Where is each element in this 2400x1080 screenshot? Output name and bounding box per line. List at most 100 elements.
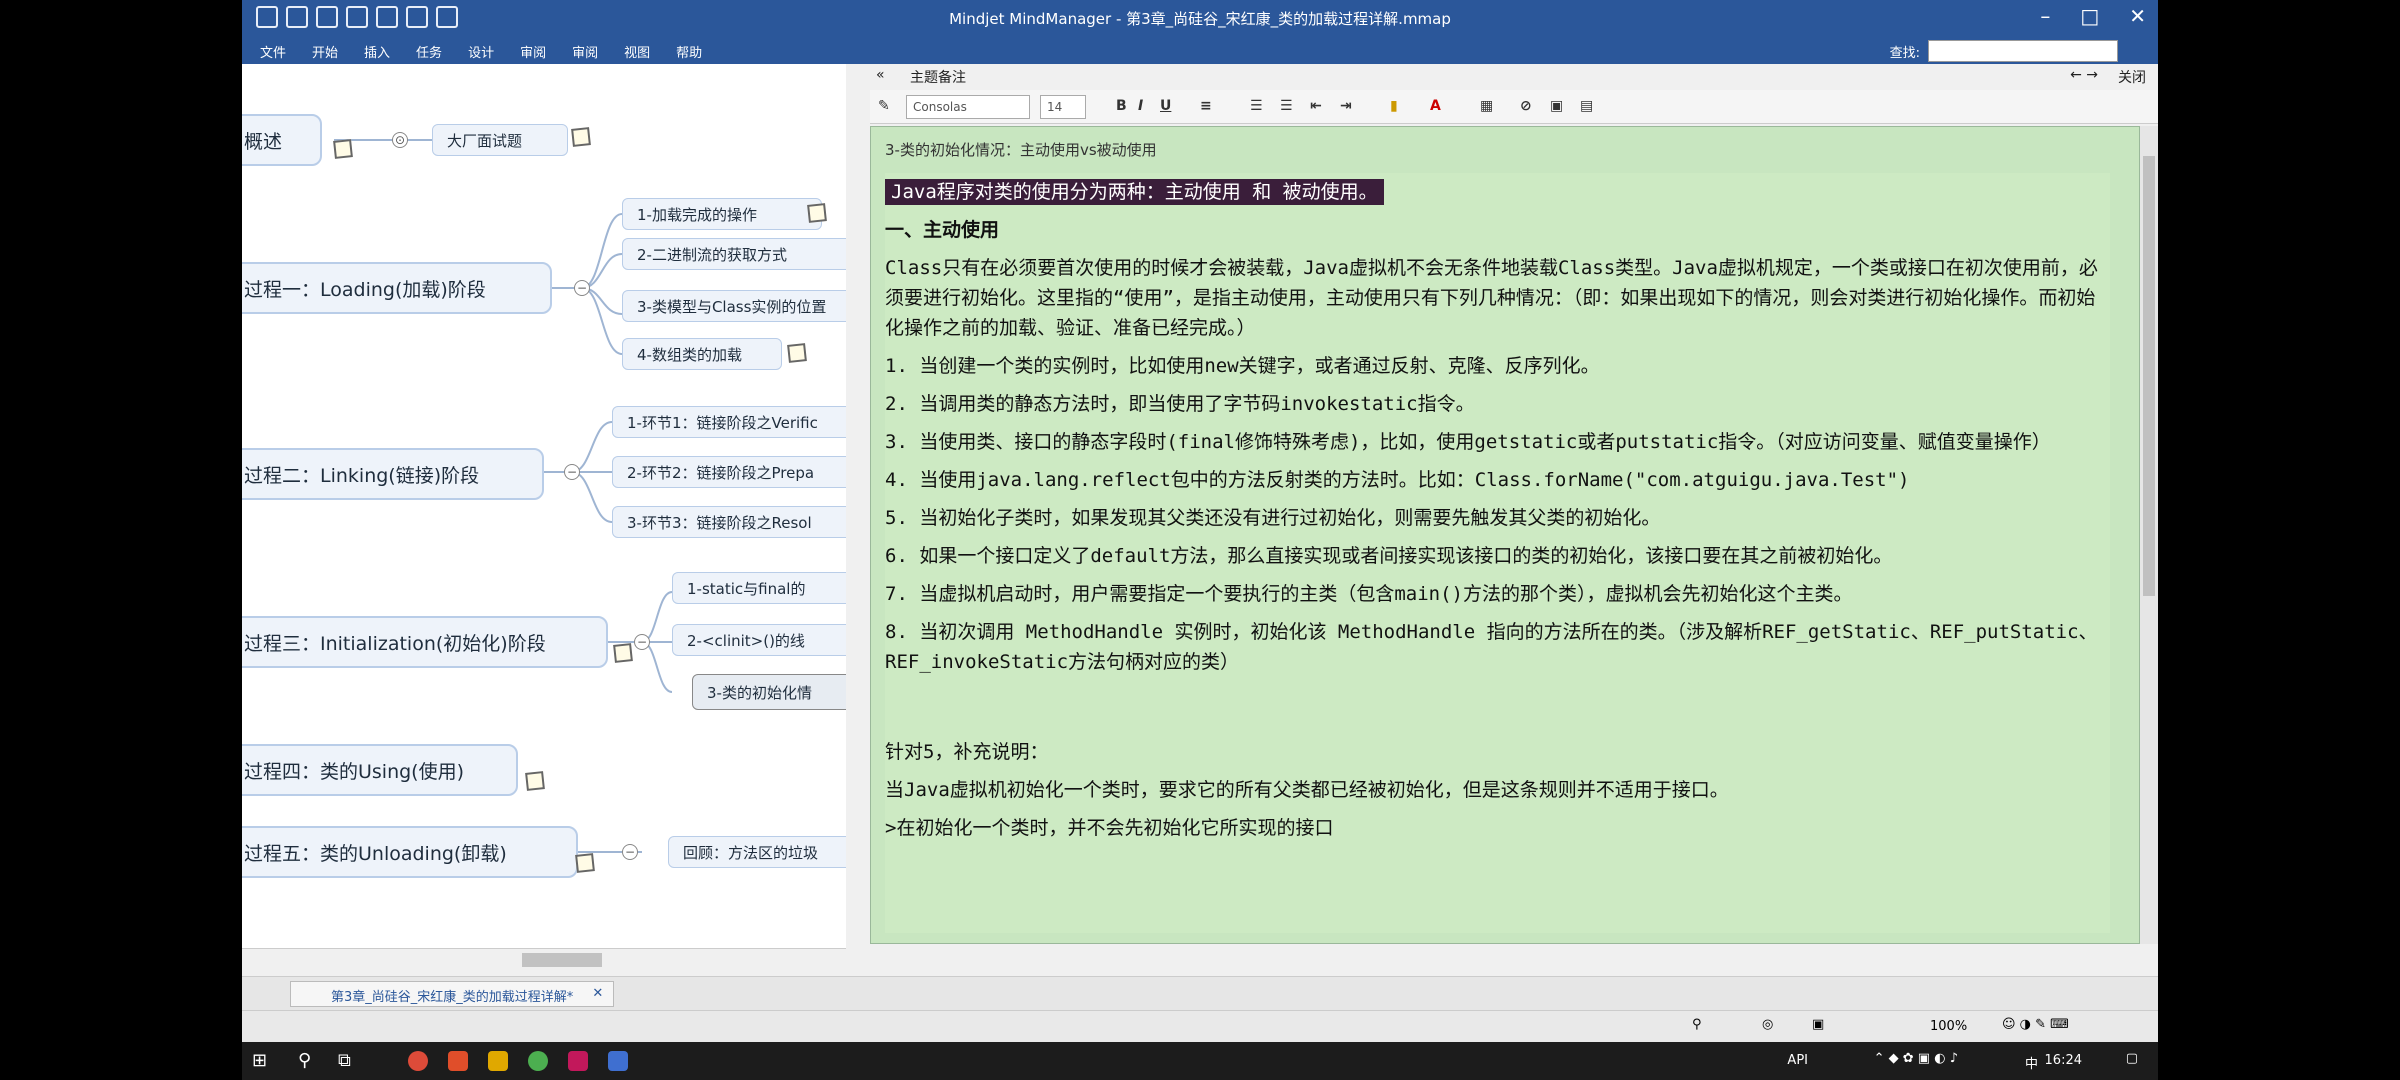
explorer-icon[interactable] bbox=[488, 1051, 508, 1071]
menu-view[interactable]: 视图 bbox=[624, 42, 650, 61]
scroll-thumb[interactable] bbox=[522, 953, 602, 967]
start-icon[interactable]: ⊞ bbox=[252, 1050, 267, 1071]
notification-icon[interactable]: ▢ bbox=[2126, 1051, 2138, 1066]
map-node-linking-2[interactable]: 2-环节2：链接阶段之Prepa bbox=[612, 456, 846, 488]
document-tab-bar: 第3章_尚硅谷_宋红康_类的加载过程详解* ✕ bbox=[242, 976, 2158, 1010]
map-node-initialization[interactable]: 过程三：Initialization(初始化)阶段 bbox=[242, 616, 608, 668]
tray-icons[interactable]: ⌃ ◆ ✿ ▣ ◐ ♪ bbox=[1874, 1051, 1958, 1066]
task-view-icon[interactable]: ⧉ bbox=[338, 1050, 351, 1071]
fit-icon[interactable]: ▣ bbox=[1812, 1017, 1824, 1032]
map-node-linking-1[interactable]: 1-环节1：链接阶段之Verific bbox=[612, 406, 846, 438]
map-node-overview[interactable]: 概述 bbox=[242, 114, 322, 166]
app-icon[interactable] bbox=[448, 1051, 468, 1071]
map-node-linking-3[interactable]: 3-环节3：链接阶段之Resol bbox=[612, 506, 846, 538]
highlight-icon[interactable]: ▮ bbox=[1390, 98, 1398, 114]
map-node-loading-4[interactable]: 4-数组类的加载 bbox=[622, 338, 782, 370]
notes-close-button[interactable]: 关闭 bbox=[2118, 67, 2146, 87]
filter-icon[interactable]: ⚲ bbox=[1692, 1017, 1702, 1032]
tab-close-icon[interactable]: ✕ bbox=[592, 986, 603, 1001]
font-size-select[interactable]: 14 bbox=[1040, 95, 1086, 119]
minimize-icon[interactable]: – bbox=[2040, 4, 2050, 28]
table-icon[interactable]: ▦ bbox=[1480, 98, 1493, 114]
more-icon[interactable]: ▤ bbox=[1580, 98, 1593, 114]
note-list-item: 3. 当使用类、接口的静态字段时(final修饰特殊考虑)，比如，使用getst… bbox=[885, 431, 2051, 453]
note-icon[interactable] bbox=[571, 127, 591, 147]
italic-icon[interactable]: I bbox=[1138, 98, 1143, 114]
menu-review-b[interactable]: 审阅 bbox=[572, 42, 598, 61]
note-body[interactable]: Java程序对类的使用分为两种：主动使用 和 被动使用。 一、主动使用 Clas… bbox=[885, 173, 2110, 933]
input-language[interactable]: 中 bbox=[2025, 1053, 2038, 1072]
bullet-list-icon[interactable]: ☰ bbox=[1250, 98, 1263, 114]
chrome-icon[interactable] bbox=[408, 1051, 428, 1071]
map-node-interview[interactable]: 大厂面试题 bbox=[432, 124, 568, 156]
map-node-unloading-1[interactable]: 回顾：方法区的垃圾 bbox=[668, 836, 846, 868]
note-paragraph: >在初始化一个类时，并不会先初始化它所实现的接口 bbox=[885, 817, 1334, 839]
note-icon[interactable] bbox=[575, 853, 595, 873]
menu-insert[interactable]: 插入 bbox=[364, 42, 390, 61]
note-topic-title: 3-类的初始化情况：主动使用vs被动使用 bbox=[885, 141, 1157, 159]
collapse-icon[interactable]: − bbox=[622, 844, 638, 860]
notes-pane: « 主题备注 ← → 关闭 ✎ Consolas 14 B I U ≡ ☰ ☰ … bbox=[870, 64, 2158, 970]
map-node-init-3-selected[interactable]: 3-类的初始化情 bbox=[692, 674, 846, 710]
collapse-icon[interactable]: − bbox=[574, 280, 590, 296]
note-icon[interactable] bbox=[525, 771, 545, 791]
find-area: 查找: bbox=[1890, 40, 2118, 62]
note-list-item: 7. 当虚拟机启动时，用户需要指定一个要执行的主类（包含main()方法的那个类… bbox=[885, 583, 1853, 605]
nav-arrows-icon[interactable]: ← → bbox=[2070, 67, 2098, 83]
collapse-icon[interactable]: ⊙ bbox=[392, 132, 408, 148]
map-node-linking[interactable]: 过程二：Linking(链接)阶段 bbox=[242, 448, 544, 500]
font-color-icon[interactable]: A bbox=[1430, 98, 1441, 114]
menu-home[interactable]: 开始 bbox=[312, 42, 338, 61]
map-node-loading[interactable]: 过程一：Loading(加载)阶段 bbox=[242, 262, 552, 314]
map-node-loading-2[interactable]: 2-二进制流的获取方式 bbox=[622, 238, 846, 270]
collapse-panel-icon[interactable]: « bbox=[876, 67, 885, 83]
collapse-icon[interactable]: − bbox=[564, 464, 580, 480]
note-icon[interactable] bbox=[787, 343, 807, 363]
map-node-unloading[interactable]: 过程五：类的Unloading(卸载) bbox=[242, 826, 578, 878]
idea-icon[interactable] bbox=[568, 1051, 588, 1071]
note-icon[interactable] bbox=[333, 139, 353, 159]
format-painter-icon[interactable]: ✎ bbox=[878, 98, 890, 114]
align-icon[interactable]: ≡ bbox=[1200, 98, 1212, 114]
collapse-icon[interactable]: − bbox=[634, 634, 650, 650]
note-icon[interactable] bbox=[807, 203, 827, 223]
taskbar: ⊞ ⚲ ⧉ API ⌃ ◆ ✿ ▣ ◐ ♪ 中 16:24 ▢ bbox=[242, 1042, 2158, 1080]
bold-icon[interactable]: B bbox=[1116, 98, 1127, 114]
numbered-list-icon[interactable]: ☰ bbox=[1280, 98, 1293, 114]
outdent-icon[interactable]: ⇤ bbox=[1310, 98, 1322, 114]
note-vertical-scrollbar[interactable] bbox=[2140, 126, 2158, 944]
menu-review-a[interactable]: 审阅 bbox=[520, 42, 546, 61]
search-icon[interactable]: ⚲ bbox=[298, 1050, 311, 1071]
map-node-using[interactable]: 过程四：类的Using(使用) bbox=[242, 744, 518, 796]
maximize-icon[interactable]: □ bbox=[2080, 4, 2099, 28]
map-node-loading-1[interactable]: 1-加载完成的操作 bbox=[622, 198, 822, 230]
underline-icon[interactable]: U bbox=[1160, 98, 1171, 114]
link-icon[interactable]: ⊘ bbox=[1520, 98, 1532, 114]
browser-icon[interactable] bbox=[528, 1051, 548, 1071]
document-tab[interactable]: 第3章_尚硅谷_宋红康_类的加载过程详解* ✕ bbox=[290, 981, 615, 1007]
menu-task[interactable]: 任务 bbox=[416, 42, 442, 61]
note-editor[interactable]: 3-类的初始化情况：主动使用vs被动使用 Java程序对类的使用分为两种：主动使… bbox=[870, 126, 2140, 944]
scroll-thumb[interactable] bbox=[2143, 156, 2155, 596]
indent-icon[interactable]: ⇥ bbox=[1340, 98, 1352, 114]
mind-map-canvas[interactable]: 概述 ⊙ 大厂面试题 过程一：Loading(加载)阶段 − 1-加载完成的操作… bbox=[242, 64, 846, 970]
map-horizontal-scrollbar[interactable] bbox=[242, 948, 846, 970]
zoom-level[interactable]: 100% bbox=[1930, 1019, 1967, 1034]
find-input[interactable] bbox=[1928, 40, 2118, 62]
font-family-select[interactable]: Consolas bbox=[906, 95, 1030, 119]
mindmanager-icon[interactable] bbox=[608, 1051, 628, 1071]
clock[interactable]: 16:24 bbox=[2045, 1053, 2082, 1068]
ime-toolbar-icon[interactable]: ☺ ◑ ✎ ⌨ bbox=[2002, 1017, 2069, 1032]
map-node-init-1[interactable]: 1-static与final的 bbox=[672, 572, 846, 604]
menu-help[interactable]: 帮助 bbox=[676, 42, 702, 61]
view-icon[interactable]: ◎ bbox=[1762, 1017, 1773, 1032]
menu-file[interactable]: 文件 bbox=[260, 42, 286, 61]
close-icon[interactable]: ✕ bbox=[2129, 4, 2146, 28]
menu-design[interactable]: 设计 bbox=[468, 42, 494, 61]
map-node-loading-3[interactable]: 3-类模型与Class实例的位置 bbox=[622, 290, 846, 322]
image-icon[interactable]: ▣ bbox=[1550, 98, 1563, 114]
map-node-init-2[interactable]: 2-<clinit>()的线 bbox=[672, 624, 846, 656]
note-icon[interactable] bbox=[613, 643, 633, 663]
note-list-item: 8. 当初次调用 MethodHandle 实例时，初始化该 MethodHan… bbox=[885, 621, 2098, 673]
format-toolbar: ✎ Consolas 14 B I U ≡ ☰ ☰ ⇤ ⇥ ▮ A ▦ ⊘ ▣ … bbox=[870, 90, 2158, 124]
